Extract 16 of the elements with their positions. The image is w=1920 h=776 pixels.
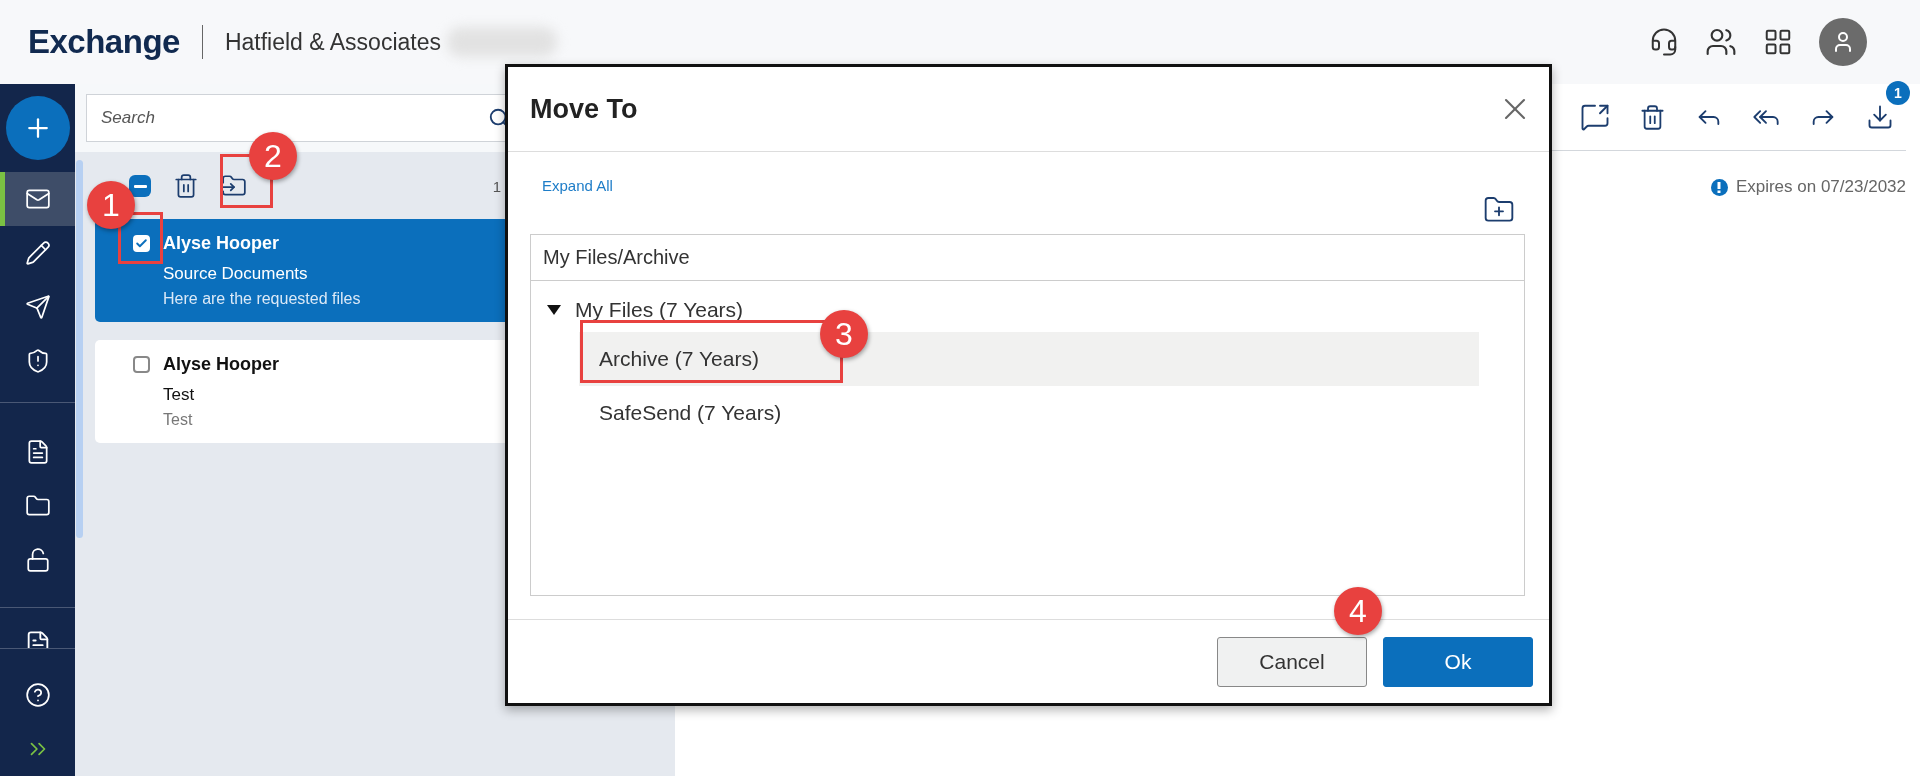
company-name: Hatfield & Associates (224, 28, 441, 56)
ok-button[interactable]: Ok (1383, 636, 1533, 687)
expiry-date: Expires on 07/23/2032 (1735, 177, 1906, 197)
sender-name: Alyse Hooper (163, 354, 280, 375)
expand-all-link[interactable]: Expand All (542, 176, 613, 194)
message-subject: Source Documents (163, 264, 308, 284)
message-count: 1 (492, 177, 501, 195)
message-preview: Test (163, 411, 193, 429)
message-subject: Test (163, 385, 195, 405)
dialog-title: Move To (530, 93, 638, 125)
app-logo: Exchange (28, 23, 180, 61)
sender-name: Alyse Hooper (163, 233, 280, 254)
message-preview: Here are the requested files (163, 290, 361, 308)
count-badge: 1 (1886, 81, 1910, 105)
cancel-button[interactable]: Cancel (1217, 636, 1367, 687)
folder-path: My Files/Archive (531, 235, 1524, 281)
